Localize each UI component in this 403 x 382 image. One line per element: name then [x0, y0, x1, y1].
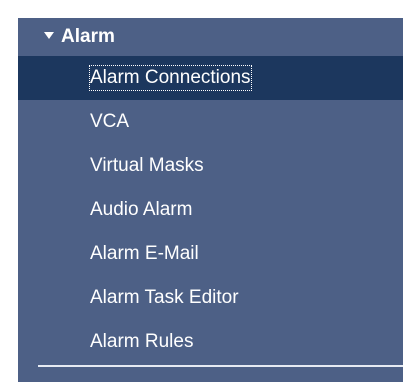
menu-item-label: Alarm E-Mail [90, 243, 199, 264]
menu-item-alarm-rules[interactable]: Alarm Rules [18, 320, 403, 364]
menu-item-label: Alarm Rules [90, 331, 194, 352]
alarm-menu-list: Alarm Connections VCA Virtual Masks Audi… [18, 56, 403, 364]
menu-item-label: Virtual Masks [90, 155, 204, 176]
triangle-down-icon[interactable] [44, 32, 54, 39]
section-divider [38, 365, 403, 367]
menu-item-vca[interactable]: VCA [18, 100, 403, 144]
menu-item-label: Alarm Task Editor [90, 287, 239, 308]
menu-item-label: Alarm Connections [89, 65, 252, 91]
menu-item-audio-alarm[interactable]: Audio Alarm [18, 188, 403, 232]
menu-item-label: VCA [90, 111, 130, 132]
navigation-panel: Alarm Alarm Connections VCA Virtual Mask… [18, 18, 403, 382]
menu-item-virtual-masks[interactable]: Virtual Masks [18, 144, 403, 188]
menu-item-alarm-connections[interactable]: Alarm Connections [18, 56, 403, 100]
menu-item-label: Audio Alarm [90, 199, 193, 220]
alarm-section-header[interactable]: Alarm [18, 18, 403, 56]
section-title: Alarm [61, 26, 115, 47]
menu-item-alarm-task-editor[interactable]: Alarm Task Editor [18, 276, 403, 320]
menu-item-alarm-email[interactable]: Alarm E-Mail [18, 232, 403, 276]
